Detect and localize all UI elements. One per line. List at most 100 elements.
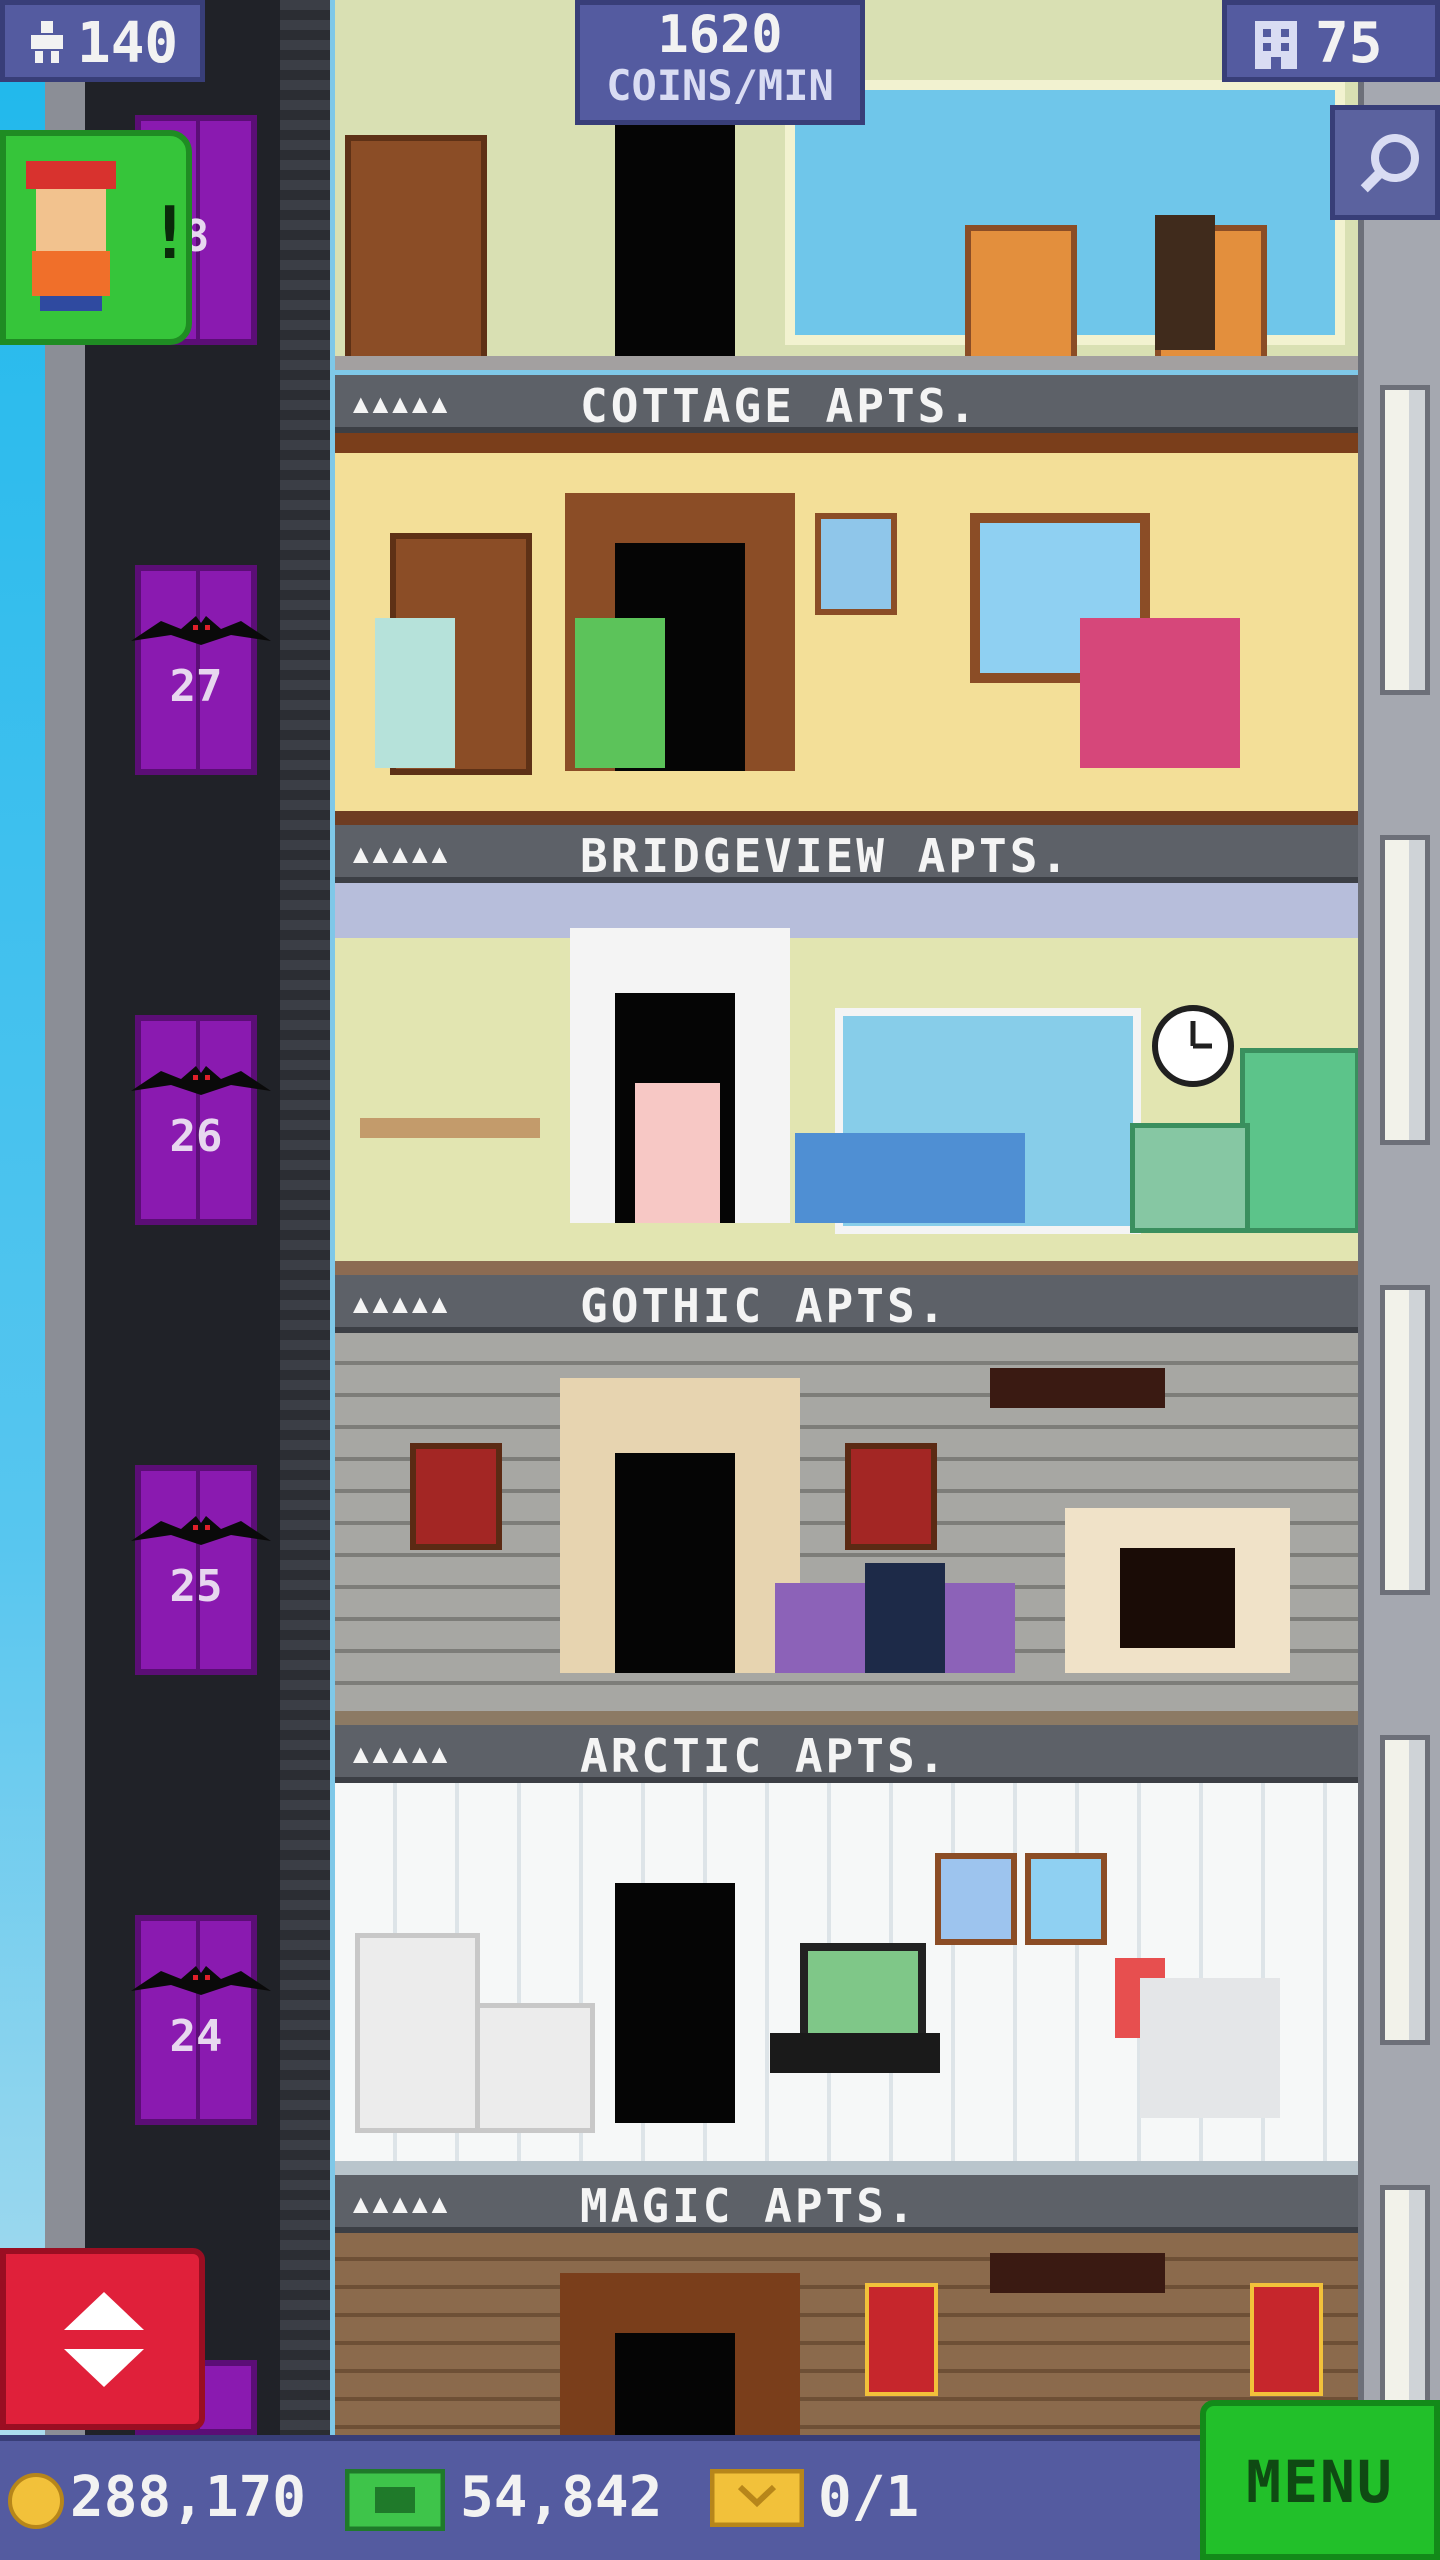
population-counter[interactable]: 140 — [0, 0, 205, 82]
room — [335, 883, 1358, 1275]
chandelier — [990, 1368, 1165, 1408]
resident[interactable] — [1080, 618, 1240, 768]
floor-cottage[interactable]: ▲▲▲▲▲ COTTAGE APTS. — [335, 375, 1358, 825]
building-window — [1380, 2185, 1430, 2435]
room — [335, 433, 1358, 825]
vip-character — [26, 161, 116, 311]
tickets-value: 0/1 — [818, 2465, 920, 2530]
building-window — [1380, 835, 1430, 1145]
alert-mark: ! — [148, 191, 192, 275]
ceiling-beam — [335, 433, 1358, 453]
floor-name: MAGIC APTS. — [580, 2179, 918, 2233]
building-window — [1380, 385, 1430, 695]
chandelier — [990, 2253, 1165, 2293]
room — [335, 1333, 1358, 1725]
door — [615, 125, 735, 356]
fridge — [1240, 1048, 1358, 1233]
elevator-floor-number: 24 — [169, 2011, 223, 2062]
sofa — [795, 1133, 1025, 1223]
vip-alert-button[interactable]: ! — [0, 130, 192, 345]
coins-value: 288,170 — [70, 2465, 307, 2530]
floor-header: ▲▲▲▲▲ COTTAGE APTS. — [335, 375, 1358, 433]
search-button[interactable] — [1330, 105, 1440, 220]
bookshelf — [345, 135, 487, 356]
floor-arctic[interactable]: ▲▲▲▲▲ ARCTIC APTS. — [335, 1725, 1358, 2175]
floors-icon — [1255, 21, 1297, 69]
floor-bridgeview[interactable]: ▲▲▲▲▲ BRIDGEVIEW APTS. — [335, 825, 1358, 1275]
resident[interactable] — [375, 618, 455, 768]
floor-gothic[interactable]: ▲▲▲▲▲ GOTHIC APTS. — [335, 1275, 1358, 1725]
resident[interactable] — [635, 1083, 720, 1223]
floor-header: ▲▲▲▲▲ ARCTIC APTS. — [335, 1725, 1358, 1783]
building-window — [1380, 1285, 1430, 1595]
door — [615, 1453, 735, 1673]
elevator-car[interactable]: 24 — [131, 1915, 271, 2125]
elevator-control-button[interactable] — [0, 2248, 205, 2430]
floor-header: ▲▲▲▲▲ MAGIC APTS. — [335, 2175, 1358, 2233]
elevator-rail — [280, 0, 330, 2560]
coins-rate-value: 1620 — [657, 5, 783, 65]
coin-icon — [8, 2473, 64, 2529]
search-icon — [1360, 134, 1419, 193]
population-icon — [31, 21, 63, 63]
banner — [1250, 2283, 1323, 2396]
menu-button[interactable]: MENU — [1200, 2400, 1440, 2560]
floors-value: 75 — [1315, 11, 1383, 76]
floor-name: GOTHIC APTS. — [580, 1279, 949, 1333]
elevator-arrows-icon — [64, 2292, 144, 2387]
picture-frame — [1025, 1853, 1107, 1945]
elevator-car[interactable]: 25 — [131, 1465, 271, 1675]
picture-frame — [815, 513, 897, 615]
floor-stars: ▲▲▲▲▲ — [353, 389, 452, 419]
floors-counter[interactable]: 75 — [1222, 0, 1440, 82]
clock-icon — [1152, 1005, 1234, 1087]
armchair — [965, 225, 1077, 356]
door — [615, 1883, 735, 2123]
room — [335, 1783, 1358, 2175]
stove — [475, 2003, 595, 2133]
floor-header: ▲▲▲▲▲ GOTHIC APTS. — [335, 1275, 1358, 1333]
building-side — [1358, 0, 1440, 2560]
coins-rate-panel: 1620 COINS/MIN — [575, 0, 865, 125]
banner — [865, 2283, 938, 2396]
shield — [410, 1443, 502, 1550]
bat-icon — [131, 1966, 271, 1995]
bux-value: 54,842 — [460, 2465, 663, 2530]
population-value: 140 — [77, 11, 179, 76]
floor-name: COTTAGE APTS. — [580, 379, 980, 433]
floor-name: ARCTIC APTS. — [580, 1729, 949, 1783]
ceiling — [335, 883, 1358, 938]
floor-stars: ▲▲▲▲▲ — [353, 1289, 452, 1319]
door — [615, 2333, 735, 2435]
resident[interactable] — [1155, 215, 1215, 350]
ticket-icon — [710, 2469, 804, 2527]
fridge — [355, 1933, 480, 2133]
bat-icon — [131, 1516, 271, 1545]
shield — [845, 1443, 937, 1550]
shelf — [360, 1118, 540, 1138]
armchair — [1140, 1978, 1280, 2118]
floor-stars: ▲▲▲▲▲ — [353, 2189, 452, 2219]
bat-icon — [131, 616, 271, 645]
elevator-car[interactable]: 27 — [131, 565, 271, 775]
menu-label: MENU — [1246, 2448, 1394, 2516]
bux-icon — [345, 2469, 445, 2531]
tower-frame — [45, 0, 85, 2560]
floor-header: ▲▲▲▲▲ BRIDGEVIEW APTS. — [335, 825, 1358, 883]
resident[interactable] — [575, 618, 665, 768]
floor-magic[interactable]: ▲▲▲▲▲ MAGIC APTS. — [335, 2175, 1358, 2435]
floor-stars: ▲▲▲▲▲ — [353, 1739, 452, 1769]
fire — [1120, 1548, 1235, 1648]
stove — [1130, 1123, 1250, 1233]
picture-frame — [935, 1853, 1017, 1945]
coins-rate-unit: COINS/MIN — [606, 61, 834, 110]
tv-stand — [770, 2033, 940, 2073]
floor-stars: ▲▲▲▲▲ — [353, 839, 452, 869]
floor-name: BRIDGEVIEW APTS. — [580, 829, 1072, 883]
building-window — [1380, 1735, 1430, 2045]
elevator-car[interactable]: 26 — [131, 1015, 271, 1225]
bat-icon — [131, 1066, 271, 1095]
elevator-floor-number: 26 — [169, 1111, 223, 1162]
elevator-floor-number: 27 — [169, 661, 223, 712]
resident[interactable] — [865, 1563, 945, 1673]
